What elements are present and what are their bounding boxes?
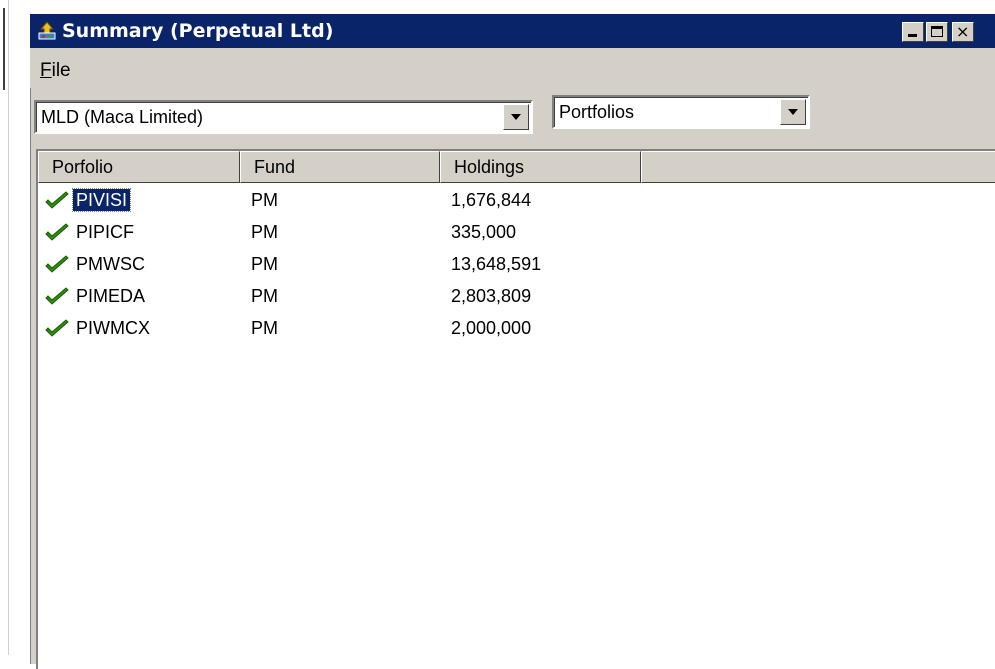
column-header-portfolio[interactable]: Porfolio (38, 151, 240, 183)
app-icon (38, 21, 56, 40)
cell-holdings: 2,000,000 (451, 318, 532, 338)
view-select-value: Portfolios (559, 102, 635, 122)
cell-portfolio: PIVISI (71, 188, 132, 212)
view-select-dropdown-button[interactable] (780, 99, 806, 125)
menu-file-mnemonic: F (40, 60, 52, 81)
table-row[interactable]: PIMEDA PM 2,803,809 (38, 281, 995, 313)
list-header: Porfolio Fund Holdings (38, 151, 995, 183)
view-select[interactable]: Portfolios (552, 95, 810, 129)
menu-file[interactable]: File (40, 60, 71, 82)
cell-holdings: 1,676,844 (451, 190, 532, 210)
menu-bar (30, 48, 995, 88)
cell-portfolio: PIPICF (76, 222, 135, 242)
column-header-holdings[interactable]: Holdings (440, 151, 641, 183)
cell-portfolio: PIWMCX (76, 318, 150, 338)
desktop-edge (0, 0, 9, 655)
check-icon (45, 223, 69, 241)
chevron-down-icon (788, 109, 798, 115)
cell-fund: PM (251, 254, 278, 274)
cell-fund: PM (251, 286, 278, 306)
check-icon (45, 319, 69, 337)
cell-fund: PM (251, 318, 278, 338)
company-select[interactable]: MLD (Maca Limited) (34, 100, 533, 134)
table-row[interactable]: PIPICF PM 335,000 (38, 217, 995, 249)
company-select-dropdown-button[interactable] (503, 104, 529, 130)
edge-line (3, 8, 5, 90)
menu-file-label: ile (51, 60, 71, 81)
summary-window: Summary (Perpetual Ltd) × File MLD (Maca… (28, 14, 995, 669)
cell-portfolio: PIMEDA (76, 286, 146, 306)
minimize-icon (908, 34, 917, 37)
table-row[interactable]: PMWSC PM 13,648,591 (38, 249, 995, 281)
table-row[interactable]: PIWMCX PM 2,000,000 (38, 313, 995, 345)
cell-portfolio: PMWSC (76, 254, 145, 274)
cell-holdings: 335,000 (451, 222, 517, 242)
company-select-value: MLD (Maca Limited) (41, 107, 204, 127)
minimize-button[interactable] (902, 22, 924, 42)
cell-holdings: 2,803,809 (451, 286, 532, 306)
check-icon (45, 255, 69, 273)
maximize-button[interactable] (926, 22, 948, 42)
check-icon (45, 191, 69, 209)
window-title: Summary (Perpetual Ltd) (62, 20, 334, 42)
close-icon: × (956, 22, 970, 41)
cell-holdings: 13,648,591 (451, 254, 542, 274)
column-header-empty[interactable] (641, 151, 995, 183)
check-icon (45, 287, 69, 305)
column-header-fund[interactable]: Fund (240, 151, 440, 183)
title-bar[interactable]: Summary (Perpetual Ltd) × (30, 14, 995, 48)
cell-fund: PM (251, 222, 278, 242)
chevron-down-icon (511, 114, 521, 120)
close-button[interactable]: × (952, 22, 974, 42)
table-row[interactable]: PIVISI PM 1,676,844 (38, 185, 995, 217)
portfolio-list[interactable]: Porfolio Fund Holdings PIVISI PM 1,676,8… (36, 149, 995, 669)
maximize-icon (931, 26, 943, 37)
cell-fund: PM (251, 190, 278, 210)
